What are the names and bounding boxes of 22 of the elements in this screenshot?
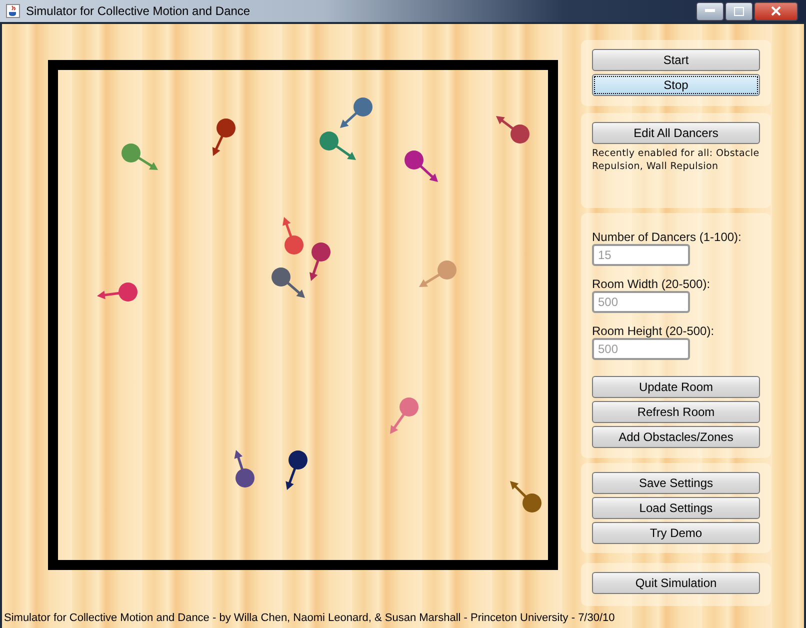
field-label: Room Height (20-500): (592, 324, 714, 338)
status-text: Simulator for Collective Motion and Dance - by Willa Chen, Naomi Leonard, & Susan Marshall - Princeton University - 7/30/10 (3, 612, 616, 626)
room-button[interactable]: Update Room (592, 376, 760, 398)
maximize-icon (734, 6, 744, 16)
room-button[interactable]: Add Obstacles/Zones (592, 426, 760, 448)
settings-button[interactable]: Load Settings (592, 497, 760, 519)
settings-button[interactable]: Try Demo (592, 522, 760, 544)
field-label: Number of Dancers (1-100): (592, 230, 742, 244)
quit-button[interactable]: Quit Simulation (592, 572, 760, 594)
close-icon (771, 6, 781, 16)
field-label: Room Width (20-500): (592, 277, 710, 291)
minimize-icon (705, 9, 715, 13)
edit-dancers-button[interactable]: Edit All Dancers (592, 122, 760, 144)
stop-button[interactable]: Stop (592, 74, 760, 96)
room-button[interactable]: Refresh Room (592, 401, 760, 423)
close-button[interactable] (754, 2, 798, 20)
start-button[interactable]: Start (592, 49, 760, 71)
window-title: Simulator for Collective Motion and Dance (26, 4, 252, 18)
maximize-button[interactable] (725, 2, 753, 20)
status-note: Recently enabled for all: Obstacle Repulsion, Wall Repulsion (592, 147, 760, 173)
minimize-button[interactable] (696, 2, 724, 20)
settings-button[interactable]: Save Settings (592, 472, 760, 494)
